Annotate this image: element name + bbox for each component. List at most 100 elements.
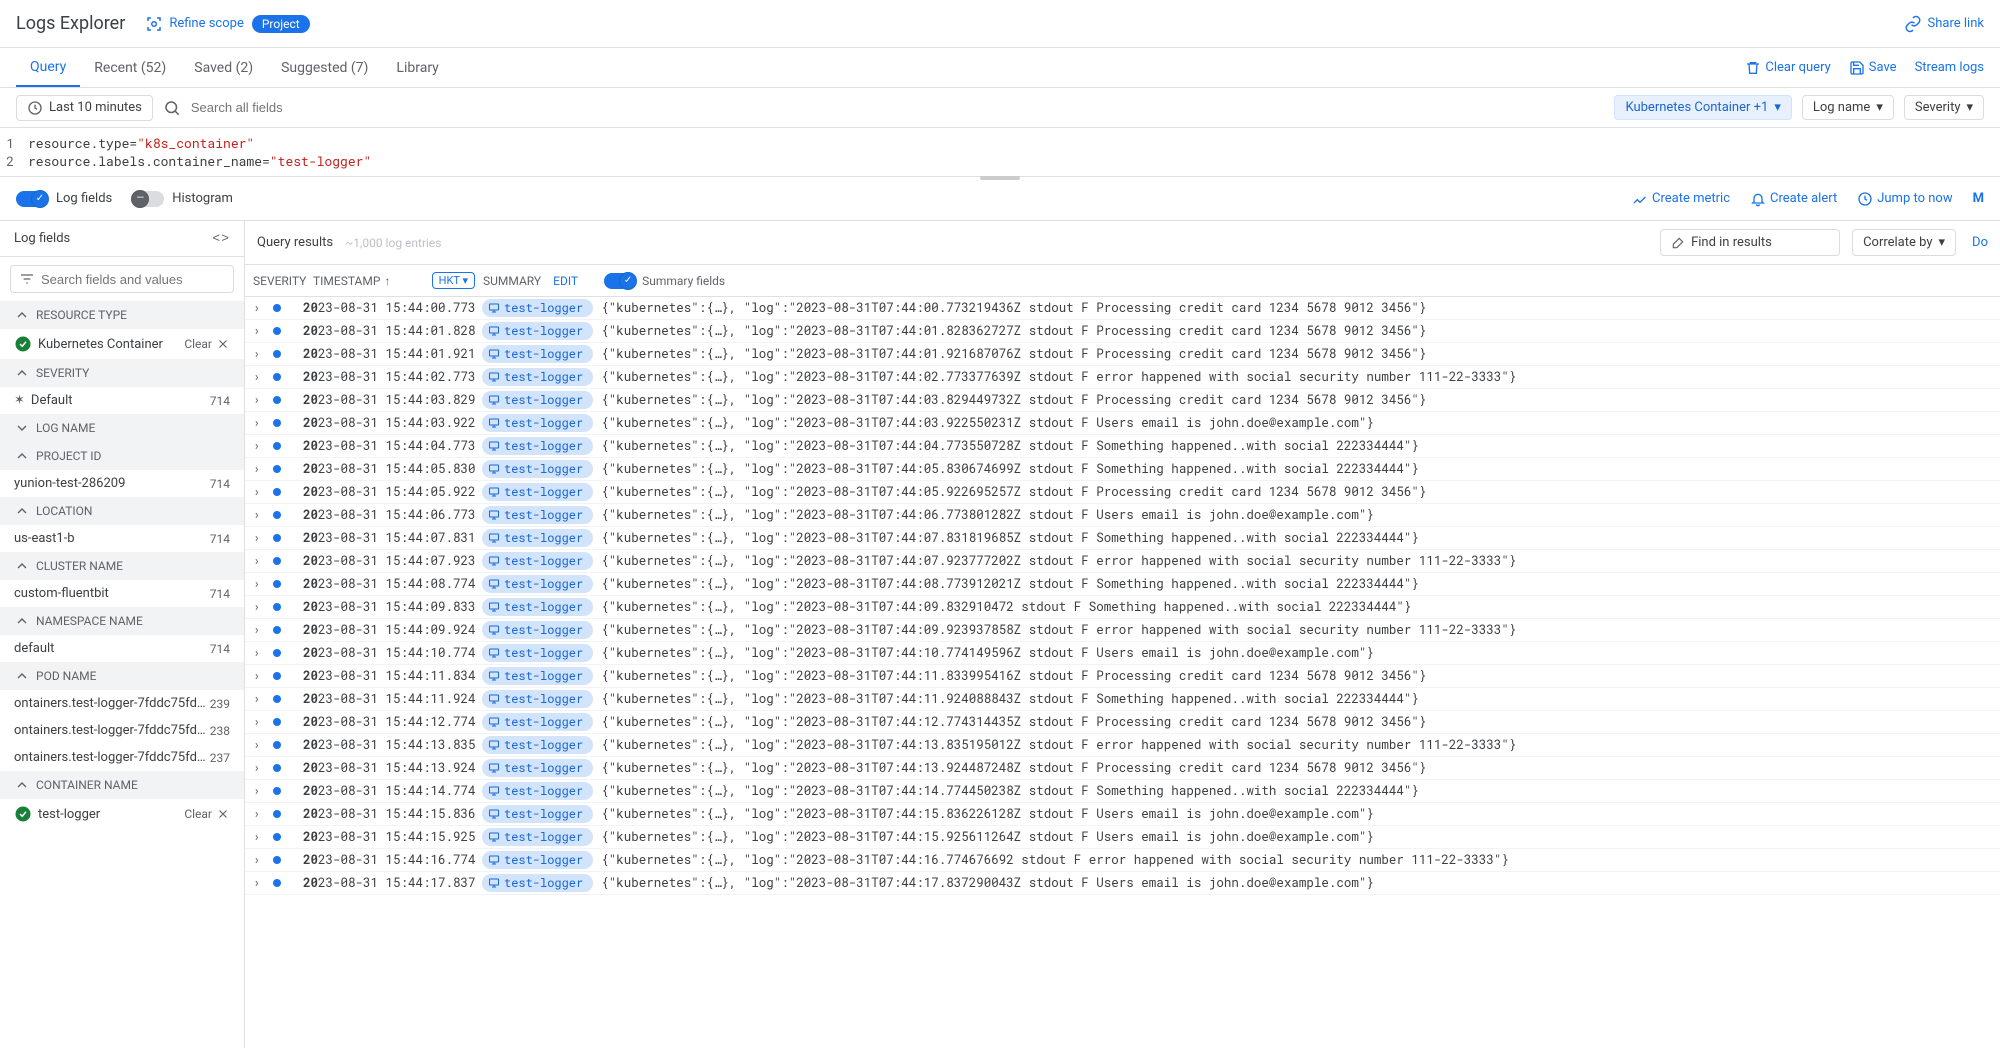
section-location[interactable]: LOCATION — [0, 497, 244, 525]
container-chip[interactable]: test-logger — [482, 483, 593, 501]
summary-fields-toggle[interactable]: Summary fields — [604, 273, 725, 289]
timezone-chip[interactable]: HKT ▾ — [432, 272, 475, 289]
expand-icon[interactable]: › — [253, 875, 269, 891]
log-row[interactable]: ›2023-08-31 15:44:17.837test-logger{"kub… — [245, 872, 2000, 895]
container-chip[interactable]: test-logger — [482, 828, 593, 846]
expand-icon[interactable]: › — [253, 599, 269, 615]
expand-icon[interactable]: › — [253, 415, 269, 431]
expand-icon[interactable]: › — [253, 323, 269, 339]
container-chip[interactable]: test-logger — [482, 667, 593, 685]
log-row[interactable]: ›2023-08-31 15:44:13.835test-logger{"kub… — [245, 734, 2000, 757]
expand-icon[interactable]: › — [253, 691, 269, 707]
th-severity[interactable]: SEVERITY — [253, 274, 313, 288]
search-input[interactable] — [187, 96, 1605, 119]
refine-scope-button[interactable]: Refine scope Project — [145, 15, 309, 33]
expand-icon[interactable]: › — [253, 461, 269, 477]
sidebar-item-pod1[interactable]: ontainers.test-logger-7fddc75fd9-ktm9x23… — [0, 690, 244, 717]
create-metric-button[interactable]: Create metric — [1632, 191, 1730, 207]
jump-to-now-button[interactable]: Jump to now — [1857, 191, 1952, 207]
logfields-toggle[interactable]: Log fields — [16, 191, 112, 207]
sidebar-item-k8s-container[interactable]: Kubernetes Container Clear — [0, 329, 244, 359]
collapse-button[interactable]: <> — [212, 231, 230, 246]
section-cluster-name[interactable]: CLUSTER NAME — [0, 552, 244, 580]
container-chip[interactable]: test-logger — [482, 299, 593, 317]
close-icon[interactable] — [216, 337, 230, 351]
th-timestamp[interactable]: TIMESTAMP ↑ HKT ▾ — [313, 272, 483, 289]
log-row[interactable]: ›2023-08-31 15:44:06.773test-logger{"kub… — [245, 504, 2000, 527]
log-row[interactable]: ›2023-08-31 15:44:05.830test-logger{"kub… — [245, 458, 2000, 481]
sidebar-item-namespace[interactable]: default714 — [0, 635, 244, 662]
container-chip[interactable]: test-logger — [482, 575, 593, 593]
close-icon[interactable] — [216, 807, 230, 821]
container-chip[interactable]: test-logger — [482, 391, 593, 409]
container-chip[interactable]: test-logger — [482, 644, 593, 662]
resource-filter-pill[interactable]: Kubernetes Container +1 ▾ — [1614, 95, 1791, 120]
expand-icon[interactable]: › — [253, 507, 269, 523]
section-severity[interactable]: SEVERITY — [0, 359, 244, 387]
container-chip[interactable]: test-logger — [482, 736, 593, 754]
expand-icon[interactable]: › — [253, 806, 269, 822]
expand-icon[interactable]: › — [253, 369, 269, 385]
log-row[interactable]: ›2023-08-31 15:44:08.774test-logger{"kub… — [245, 573, 2000, 596]
expand-icon[interactable]: › — [253, 346, 269, 362]
expand-icon[interactable]: › — [253, 553, 269, 569]
edit-summary-button[interactable]: EDIT — [549, 274, 578, 288]
container-chip[interactable]: test-logger — [482, 598, 593, 616]
log-row[interactable]: ›2023-08-31 15:44:09.833test-logger{"kub… — [245, 596, 2000, 619]
container-chip[interactable]: test-logger — [482, 759, 593, 777]
section-container-name[interactable]: CONTAINER NAME — [0, 771, 244, 799]
severity-filter-pill[interactable]: Severity ▾ — [1904, 95, 1984, 120]
tab-query[interactable]: Query — [16, 48, 80, 87]
tab-suggested-[interactable]: Suggested (7) — [267, 48, 382, 87]
container-chip[interactable]: test-logger — [482, 713, 593, 731]
container-chip[interactable]: test-logger — [482, 552, 593, 570]
log-row[interactable]: ›2023-08-31 15:44:11.924test-logger{"kub… — [245, 688, 2000, 711]
log-row[interactable]: ›2023-08-31 15:44:01.828test-logger{"kub… — [245, 320, 2000, 343]
tab-library[interactable]: Library — [382, 48, 452, 87]
expand-icon[interactable]: › — [253, 392, 269, 408]
log-row[interactable]: ›2023-08-31 15:44:02.773test-logger{"kub… — [245, 366, 2000, 389]
tab-saved-[interactable]: Saved (2) — [180, 48, 267, 87]
drag-handle[interactable] — [980, 176, 1020, 180]
log-row[interactable]: ›2023-08-31 15:44:03.829test-logger{"kub… — [245, 389, 2000, 412]
container-chip[interactable]: test-logger — [482, 621, 593, 639]
log-row[interactable]: ›2023-08-31 15:44:09.924test-logger{"kub… — [245, 619, 2000, 642]
container-chip[interactable]: test-logger — [482, 529, 593, 547]
sidebar-search-input[interactable] — [41, 272, 225, 287]
sidebar-item-default-severity[interactable]: ✶ Default 714 — [0, 387, 244, 414]
expand-icon[interactable]: › — [253, 530, 269, 546]
expand-icon[interactable]: › — [253, 760, 269, 776]
log-row[interactable]: ›2023-08-31 15:44:12.774test-logger{"kub… — [245, 711, 2000, 734]
save-button[interactable]: Save — [1849, 60, 1897, 76]
more-icon[interactable]: M — [1973, 191, 1984, 206]
container-chip[interactable]: test-logger — [482, 851, 593, 869]
sidebar-item-pod2[interactable]: ontainers.test-logger-7fddc75fd9-4x67523… — [0, 717, 244, 744]
create-alert-button[interactable]: Create alert — [1750, 191, 1837, 207]
clear-query-button[interactable]: Clear query — [1745, 60, 1830, 76]
log-row[interactable]: ›2023-08-31 15:44:15.836test-logger{"kub… — [245, 803, 2000, 826]
expand-icon[interactable]: › — [253, 300, 269, 316]
container-chip[interactable]: test-logger — [482, 368, 593, 386]
log-row[interactable]: ›2023-08-31 15:44:13.924test-logger{"kub… — [245, 757, 2000, 780]
time-range-button[interactable]: Last 10 minutes — [16, 95, 153, 121]
log-row[interactable]: ›2023-08-31 15:44:16.774test-logger{"kub… — [245, 849, 2000, 872]
container-chip[interactable]: test-logger — [482, 506, 593, 524]
expand-icon[interactable]: › — [253, 645, 269, 661]
section-namespace-name[interactable]: NAMESPACE NAME — [0, 607, 244, 635]
log-row[interactable]: ›2023-08-31 15:44:03.922test-logger{"kub… — [245, 412, 2000, 435]
container-chip[interactable]: test-logger — [482, 782, 593, 800]
section-project-id[interactable]: PROJECT ID — [0, 442, 244, 470]
expand-icon[interactable]: › — [253, 737, 269, 753]
logname-filter-pill[interactable]: Log name ▾ — [1802, 95, 1894, 120]
section-resource-type[interactable]: RESOURCE TYPE — [0, 301, 244, 329]
find-in-results[interactable]: Find in results — [1660, 229, 1840, 256]
correlate-by-button[interactable]: Correlate by ▾ — [1852, 229, 1956, 256]
sidebar-item-location[interactable]: us-east1-b714 — [0, 525, 244, 552]
clear-filter[interactable]: Clear — [184, 337, 212, 351]
log-row[interactable]: ›2023-08-31 15:44:00.773test-logger{"kub… — [245, 297, 2000, 320]
expand-icon[interactable]: › — [253, 438, 269, 454]
sidebar-item-container[interactable]: test-logger Clear — [0, 799, 244, 829]
sidebar-item-cluster[interactable]: custom-fluentbit714 — [0, 580, 244, 607]
expand-icon[interactable]: › — [253, 714, 269, 730]
section-pod-name[interactable]: POD NAME — [0, 662, 244, 690]
